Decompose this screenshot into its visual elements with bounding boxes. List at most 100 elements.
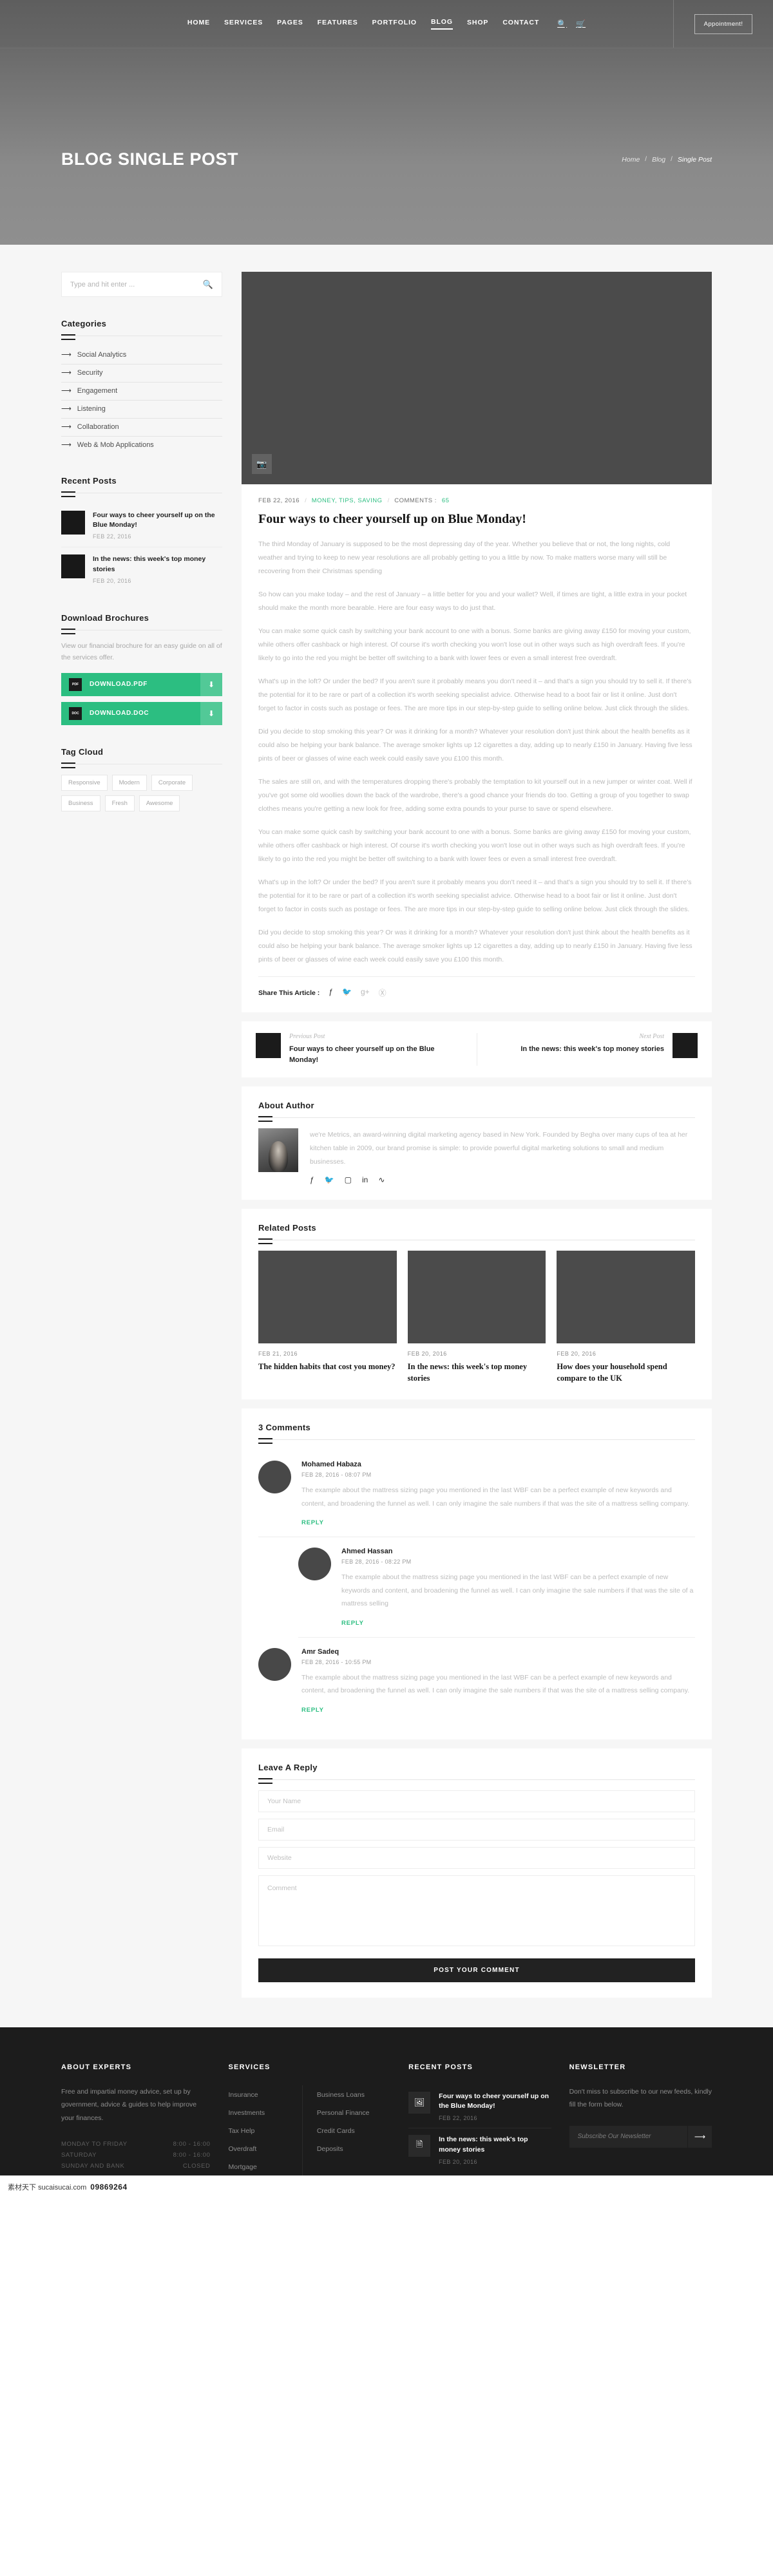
name-field[interactable] bbox=[258, 1790, 695, 1812]
service-link[interactable]: Deposits bbox=[317, 2145, 343, 2153]
twitter-icon[interactable]: 🐦 bbox=[325, 1175, 334, 1184]
leave-reply-title: Leave A Reply bbox=[258, 1762, 318, 1772]
list-item[interactable]: 🗎 In the news: this week's top money sto… bbox=[408, 2128, 551, 2172]
google-plus-icon[interactable]: g+ bbox=[361, 987, 370, 998]
nav-item-blog[interactable]: BLOG bbox=[431, 18, 453, 30]
footer-recent-post-title[interactable]: Four ways to cheer yourself up on the Bl… bbox=[439, 2092, 551, 2112]
service-link[interactable]: Overdraft bbox=[229, 2145, 257, 2153]
arrow-right-icon: ⟶ bbox=[61, 386, 72, 395]
recent-post-title[interactable]: In the news: this week's top money stori… bbox=[93, 554, 222, 574]
next-post-link[interactable]: Next Post In the news: this week's top m… bbox=[489, 1033, 698, 1066]
reply-button[interactable]: REPLY bbox=[301, 1707, 324, 1714]
footer-recent-post-title[interactable]: In the news: this week's top money stori… bbox=[439, 2135, 551, 2155]
tag-item[interactable]: Corporate bbox=[151, 774, 193, 791]
search-input[interactable] bbox=[70, 280, 203, 289]
post-thumbnail bbox=[61, 554, 85, 579]
previous-post-link[interactable]: Previous Post Four ways to cheer yoursel… bbox=[256, 1033, 465, 1066]
nav-item-pages[interactable]: PAGES bbox=[277, 19, 303, 29]
website-field[interactable] bbox=[258, 1846, 695, 1869]
comment-field[interactable] bbox=[258, 1875, 695, 1946]
list-item[interactable]: Personal Finance bbox=[317, 2103, 390, 2121]
list-item[interactable]: ⟶ Collaboration bbox=[61, 419, 222, 437]
list-item[interactable]: Overdraft bbox=[229, 2139, 302, 2157]
tag-item[interactable]: Modern bbox=[111, 774, 147, 791]
list-item[interactable]: Business Loans bbox=[317, 2085, 390, 2103]
newsletter-email-input[interactable] bbox=[569, 2125, 687, 2148]
reply-button[interactable]: REPLY bbox=[341, 1620, 364, 1627]
list-item[interactable]: Investments bbox=[229, 2103, 302, 2121]
service-link[interactable]: Credit Cards bbox=[317, 2127, 355, 2135]
nav-item-services[interactable]: SERVICES bbox=[224, 19, 263, 29]
email-field[interactable] bbox=[258, 1818, 695, 1841]
category-link[interactable]: Engagement bbox=[77, 387, 117, 395]
related-post-card[interactable]: FEB 20, 2016 How does your household spe… bbox=[557, 1251, 696, 1384]
tag-item[interactable]: Awesome bbox=[138, 795, 180, 811]
nav-item-features[interactable]: FEATURES bbox=[318, 19, 358, 29]
appointment-button[interactable]: Appointment! bbox=[694, 14, 753, 34]
list-item[interactable]: Deposits bbox=[317, 2139, 390, 2157]
related-post-title[interactable]: In the news: this week's top money stori… bbox=[408, 1361, 546, 1384]
list-item[interactable]: Tax Help bbox=[229, 2121, 302, 2139]
vimeo-icon[interactable]: ▢ bbox=[345, 1175, 352, 1184]
tag-item[interactable]: Responsive bbox=[61, 774, 108, 791]
list-item[interactable]: ⟶ Social Analytics bbox=[61, 346, 222, 365]
tag-item[interactable]: Fresh bbox=[104, 795, 135, 811]
service-link[interactable]: Tax Help bbox=[229, 2127, 255, 2135]
related-post-card[interactable]: FEB 21, 2016 The hidden habits that cost… bbox=[258, 1251, 397, 1384]
search-icon[interactable]: 🔍 bbox=[557, 20, 567, 28]
main-content: 📷 FEB 22, 2016 / MONEY, TIPS, SAVING / C… bbox=[242, 272, 712, 2027]
list-item[interactable]: Credit Cards bbox=[317, 2121, 390, 2139]
list-item[interactable]: Four ways to cheer yourself up on the Bl… bbox=[61, 504, 222, 548]
service-link[interactable]: Business Loans bbox=[317, 2091, 365, 2099]
category-link[interactable]: Security bbox=[77, 369, 103, 377]
list-item[interactable]: Mortgage bbox=[229, 2157, 302, 2175]
nav-item-portfolio[interactable]: PORTFOLIO bbox=[372, 19, 417, 29]
comment-item: Ahmed Hassan FEB 28, 2016 - 08:22 PM The… bbox=[298, 1537, 695, 1638]
post-categories[interactable]: MONEY, TIPS, SAVING bbox=[312, 497, 383, 504]
list-item[interactable]: ⟶ Engagement bbox=[61, 383, 222, 401]
breadcrumb-blog[interactable]: Blog bbox=[652, 156, 665, 164]
list-item[interactable]: ⟶ Listening bbox=[61, 401, 222, 419]
list-item[interactable]: ⟶ Web & Mob Applications bbox=[61, 437, 222, 454]
download-pdf-button[interactable]: PDF DOWNLOAD.PDF ⬇ bbox=[61, 672, 222, 696]
list-item[interactable]: ⟶ Security bbox=[61, 365, 222, 383]
cart-icon[interactable]: 🛒 bbox=[576, 20, 586, 28]
download-pdf-label: DOWNLOAD.PDF bbox=[90, 681, 148, 688]
arrow-right-icon[interactable]: ⟶ bbox=[687, 2125, 712, 2148]
service-link[interactable]: Personal Finance bbox=[317, 2109, 370, 2117]
linkedin-icon[interactable]: in bbox=[362, 1175, 368, 1184]
service-link[interactable]: Investments bbox=[229, 2109, 265, 2117]
nav-item-contact[interactable]: CONTACT bbox=[502, 19, 539, 29]
category-link[interactable]: Social Analytics bbox=[77, 351, 126, 359]
related-post-title[interactable]: The hidden habits that cost you money? bbox=[258, 1361, 397, 1372]
related-post-title[interactable]: How does your household spend compare to… bbox=[557, 1361, 695, 1384]
reply-button[interactable]: REPLY bbox=[301, 1519, 324, 1526]
next-post-title[interactable]: In the news: this week's top money stori… bbox=[520, 1044, 664, 1055]
list-item[interactable]: 🖼 Four ways to cheer yourself up on the … bbox=[408, 2085, 551, 2129]
footer-recent-title: RECENT POSTS bbox=[408, 2063, 473, 2071]
service-link[interactable]: Insurance bbox=[229, 2091, 258, 2099]
service-link[interactable]: Mortgage bbox=[229, 2163, 257, 2171]
list-item[interactable]: In the news: this week's top money stori… bbox=[61, 547, 222, 591]
post-paragraph: What's up in the loft? Or under the bed?… bbox=[258, 677, 692, 712]
previous-post-title[interactable]: Four ways to cheer yourself up on the Bl… bbox=[289, 1044, 465, 1066]
search-submit-icon[interactable]: 🔍 bbox=[203, 279, 213, 290]
tag-item[interactable]: Business bbox=[61, 795, 100, 811]
category-link[interactable]: Web & Mob Applications bbox=[77, 441, 154, 449]
breadcrumb-home[interactable]: Home bbox=[622, 156, 640, 164]
download-doc-button[interactable]: DOC DOWNLOAD.DOC ⬇ bbox=[61, 701, 222, 725]
category-link[interactable]: Listening bbox=[77, 405, 106, 413]
twitter-icon[interactable]: 🐦 bbox=[342, 987, 352, 998]
facebook-icon[interactable]: ƒ bbox=[310, 1175, 314, 1184]
facebook-icon[interactable]: ƒ bbox=[329, 987, 333, 998]
rss-icon[interactable]: ∿ bbox=[378, 1175, 385, 1184]
recent-post-title[interactable]: Four ways to cheer yourself up on the Bl… bbox=[93, 511, 222, 530]
category-link[interactable]: Collaboration bbox=[77, 423, 119, 431]
nav-item-shop[interactable]: SHOP bbox=[467, 19, 488, 29]
related-post-card[interactable]: FEB 20, 2016 In the news: this week's to… bbox=[407, 1251, 546, 1384]
list-item[interactable]: Insurance bbox=[229, 2085, 302, 2103]
post-comment-button[interactable]: POST YOUR COMMENT bbox=[258, 1958, 695, 1982]
pinterest-icon[interactable]: Ⓧ bbox=[379, 987, 386, 998]
nav-item-home[interactable]: HOME bbox=[187, 19, 210, 29]
doc-file-icon: DOC bbox=[69, 706, 82, 720]
